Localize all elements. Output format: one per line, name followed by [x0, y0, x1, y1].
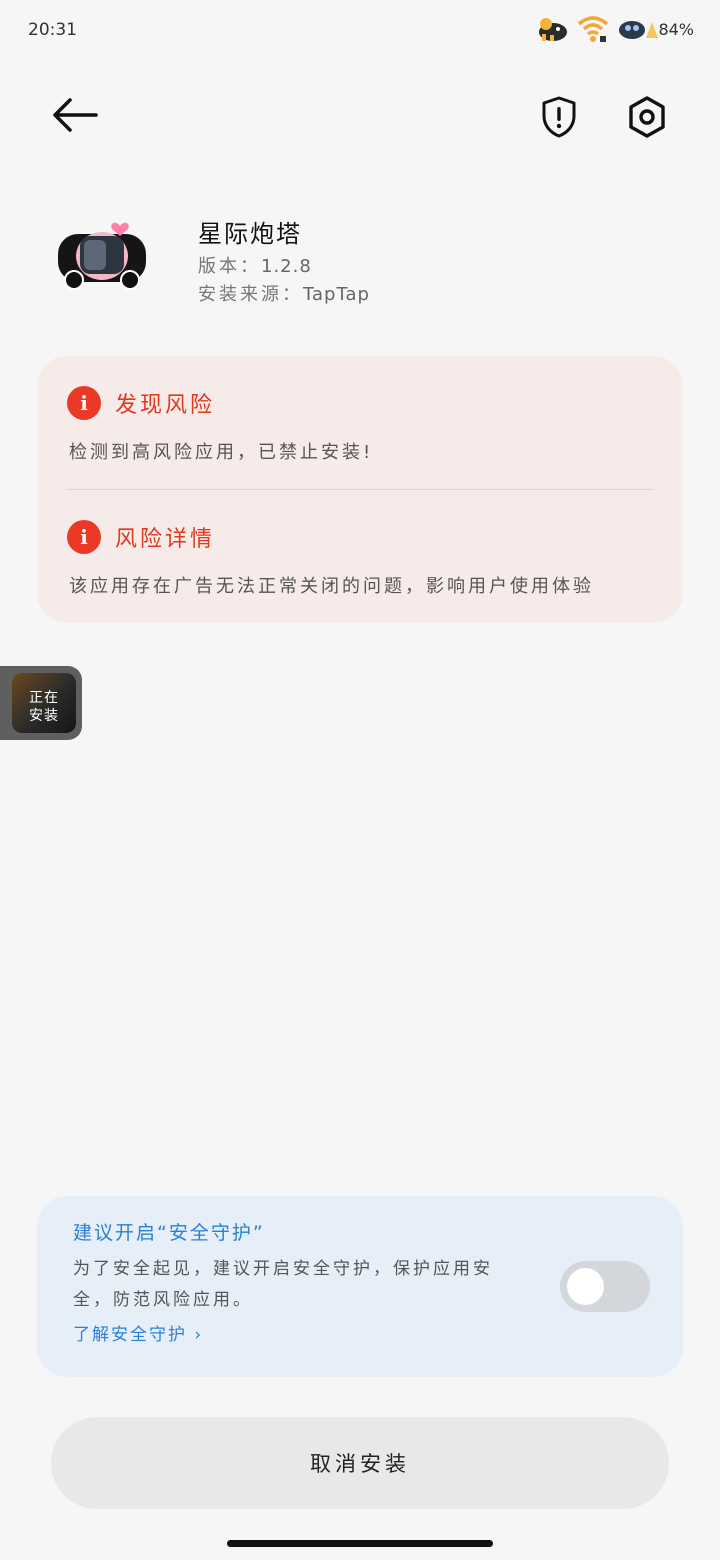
hexagon-settings-icon	[629, 96, 665, 138]
info-icon: i	[67, 520, 101, 554]
install-source: 安装来源：TapTap	[198, 280, 370, 306]
protection-toggle[interactable]	[560, 1261, 650, 1312]
installing-floating-widget[interactable]: 正在 安装	[0, 666, 82, 740]
shield-alert-icon	[542, 96, 576, 138]
info-icon: i	[67, 386, 101, 420]
app-version: 版本：1.2.8	[198, 252, 312, 278]
weather-character-icon	[536, 14, 570, 44]
battery-percent: 84%	[658, 19, 694, 39]
status-bar: 20:31 84%	[0, 0, 720, 60]
settings-button[interactable]	[620, 90, 674, 144]
source-label: 安装来源：	[198, 284, 303, 305]
installing-label-line1: 正在	[29, 690, 59, 706]
protection-title: 建议开启“安全守护”	[73, 1222, 265, 1244]
top-app-bar	[0, 80, 720, 150]
installing-label-line2: 安装	[29, 708, 59, 724]
risk-found-title: 发现风险	[115, 393, 216, 418]
installing-app-thumbnail: 正在 安装	[12, 673, 76, 733]
arrow-left-icon	[53, 98, 98, 132]
app-info: 星际炮塔 版本：1.2.8 安装来源：TapTap	[50, 200, 670, 310]
risk-detail-header: i 风险详情	[67, 520, 215, 554]
learn-protection-label: 了解安全守护	[73, 1325, 187, 1345]
version-label: 版本：	[198, 256, 261, 277]
risk-card: i 发现风险 检测到高风险应用，已禁止安装! i 风险详情 该应用存在广告无法正…	[37, 356, 683, 623]
learn-protection-link[interactable]: 了解安全守护 ›	[73, 1320, 203, 1345]
risk-detail-text: 该应用存在广告无法正常关闭的问题，影响用户使用体验	[69, 576, 594, 597]
installing-label: 正在 安装	[12, 689, 76, 725]
risk-found-text: 检测到高风险应用，已禁止安装!	[69, 442, 374, 463]
divider	[67, 489, 653, 490]
wifi-icon	[576, 14, 610, 44]
protection-card: 建议开启“安全守护” 为了安全起见，建议开启安全守护，保护应用安全，防范风险应用…	[37, 1196, 683, 1377]
protection-description: 为了安全起见，建议开启安全守护，保护应用安全，防范风险应用。	[73, 1259, 493, 1310]
signal-character-icon	[616, 14, 659, 44]
risk-detail-title: 风险详情	[115, 527, 216, 552]
version-value: 1.2.8	[261, 256, 312, 277]
back-button[interactable]	[46, 92, 102, 138]
app-icon	[54, 220, 150, 292]
status-icons: 84%	[536, 14, 694, 44]
chevron-right-icon: ›	[194, 1325, 204, 1345]
toggle-knob	[567, 1268, 604, 1305]
cancel-install-button[interactable]: 取消安装	[51, 1417, 669, 1509]
home-indicator[interactable]	[227, 1540, 493, 1547]
risk-found-header: i 发现风险	[67, 386, 215, 420]
app-name: 星际炮塔	[198, 220, 302, 248]
status-time: 20:31	[28, 20, 77, 40]
security-button[interactable]	[534, 92, 584, 142]
source-value: TapTap	[303, 284, 370, 305]
